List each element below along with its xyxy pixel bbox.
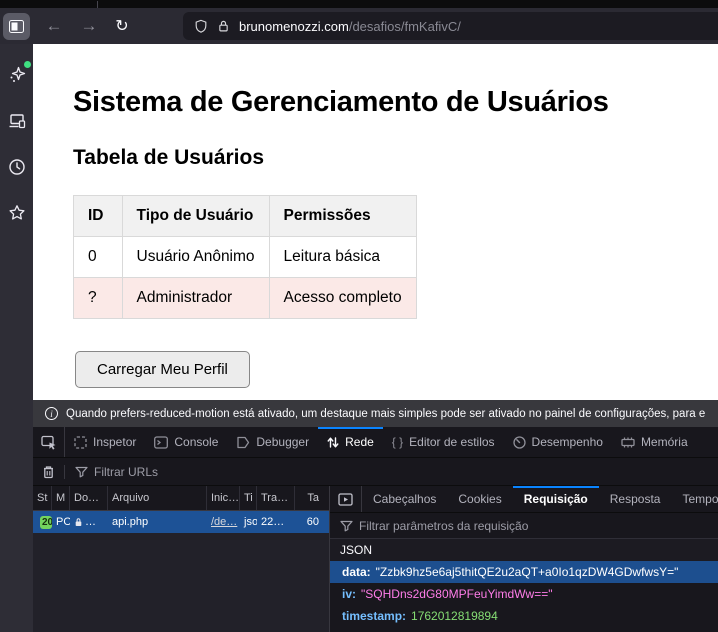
tab-desempenho[interactable]: Desempenho bbox=[504, 427, 612, 457]
braces-icon: { } bbox=[392, 435, 403, 449]
filter-urls-input[interactable]: Filtrar URLs bbox=[65, 465, 158, 479]
status-badge: 200 bbox=[40, 516, 52, 529]
request-row-selected[interactable]: 200 POST … api.php /de… json 22… 60 bbox=[33, 511, 329, 533]
page-title: Sistema de Gerenciamento de Usuários bbox=[73, 86, 718, 119]
clear-requests-button[interactable] bbox=[33, 465, 65, 479]
cell-id: 0 bbox=[74, 237, 123, 278]
ai-chatbot-icon[interactable] bbox=[8, 66, 26, 84]
url-bar[interactable]: brunomenozzi.com/desafios/fmKafivC/ bbox=[183, 12, 718, 40]
request-details-panel: Cabeçalhos Cookies Requisição Resposta T… bbox=[330, 486, 718, 632]
col-type[interactable]: Ti bbox=[240, 486, 257, 510]
request-list-empty-area bbox=[33, 533, 329, 632]
request-transferred: 22… bbox=[257, 516, 295, 528]
tab-rede[interactable]: Rede bbox=[318, 427, 383, 457]
gauge-icon bbox=[513, 436, 526, 449]
param-row-iv[interactable]: iv: "SQHDns2dG80MPFeuYimdWw==" bbox=[330, 583, 718, 605]
lock-icon[interactable] bbox=[217, 19, 230, 33]
url-domain: brunomenozzi.com bbox=[239, 19, 349, 34]
cell-tipo: Administrador bbox=[122, 278, 269, 319]
table-header-row: ID Tipo de Usuário Permissões bbox=[74, 196, 417, 237]
notice-text: Quando prefers-reduced-motion está ativa… bbox=[66, 408, 705, 420]
tab-resposta[interactable]: Resposta bbox=[599, 486, 672, 512]
filter-request-params-input[interactable]: Filtrar parâmetros da requisição bbox=[330, 513, 718, 539]
request-size: 60 bbox=[295, 516, 324, 528]
col-status[interactable]: St bbox=[33, 486, 52, 510]
bookmarks-icon[interactable] bbox=[8, 204, 26, 222]
url-text: brunomenozzi.com/desafios/fmKafivC/ bbox=[239, 19, 461, 34]
cell-id: ? bbox=[74, 278, 123, 319]
tab-separator bbox=[97, 1, 98, 8]
col-domain[interactable]: Do… bbox=[70, 486, 108, 510]
tab-editor-estilos[interactable]: { } Editor de estilos bbox=[383, 427, 504, 457]
tab-memoria[interactable]: Memória bbox=[612, 427, 697, 457]
sidebar-icon bbox=[9, 20, 24, 33]
table-row-highlighted: ? Administrador Acesso completo bbox=[74, 278, 417, 319]
page-subtitle: Tabela de Usuários bbox=[73, 146, 718, 170]
history-icon[interactable] bbox=[8, 158, 26, 176]
request-domain: … bbox=[70, 516, 108, 528]
network-request-list: St M Do… Arquivo Inic… Ti Tra… Ta 200 PO… bbox=[33, 486, 330, 632]
console-icon bbox=[154, 436, 168, 449]
devtools-notice-bar: i Quando prefers-reduced-motion está ati… bbox=[33, 400, 718, 427]
browser-sidebar bbox=[0, 44, 33, 632]
navigation-toolbar: ← → ↻ brunomenozzi.com/desafios/fmKafivC… bbox=[0, 8, 718, 44]
tab-cookies[interactable]: Cookies bbox=[447, 486, 512, 512]
col-method[interactable]: M bbox=[52, 486, 70, 510]
notification-dot bbox=[24, 61, 31, 68]
col-transferred[interactable]: Tra… bbox=[257, 486, 295, 510]
sidebar-toggle-button[interactable] bbox=[3, 13, 30, 40]
back-button[interactable]: ← bbox=[42, 16, 66, 36]
secure-lock-icon bbox=[74, 517, 83, 527]
users-table: ID Tipo de Usuário Permissões 0 Usuário … bbox=[73, 195, 417, 319]
info-icon: i bbox=[45, 407, 58, 420]
shield-icon[interactable] bbox=[194, 19, 208, 34]
synced-tabs-icon[interactable] bbox=[8, 112, 26, 130]
network-filter-toolbar: Filtrar URLs bbox=[33, 457, 718, 485]
debugger-icon bbox=[236, 436, 250, 449]
param-row-data[interactable]: data: "Zzbk9hz5e6aj5thitQE2u2aQT+a0Io1qz… bbox=[330, 561, 718, 583]
request-initiator-link[interactable]: /de… bbox=[211, 516, 237, 528]
request-type: json bbox=[240, 516, 257, 528]
pick-element-button[interactable] bbox=[33, 427, 65, 457]
col-size[interactable]: Ta bbox=[295, 486, 324, 510]
tab-console[interactable]: Console bbox=[145, 427, 227, 457]
col-permissoes: Permissões bbox=[269, 196, 416, 237]
network-icon bbox=[327, 436, 339, 449]
cell-permissoes: Acesso completo bbox=[269, 278, 416, 319]
tab-strip bbox=[0, 0, 718, 8]
memory-chip-icon bbox=[621, 436, 635, 449]
tab-cabecalhos[interactable]: Cabeçalhos bbox=[362, 486, 447, 512]
cell-permissoes: Leitura básica bbox=[269, 237, 416, 278]
col-file[interactable]: Arquivo bbox=[108, 486, 207, 510]
cell-tipo: Usuário Anônimo bbox=[122, 237, 269, 278]
col-tipo: Tipo de Usuário bbox=[122, 196, 269, 237]
devtools-tabbar: Inspetor Console Debugger Rede { } Edito… bbox=[33, 427, 718, 457]
funnel-icon bbox=[340, 520, 353, 532]
resend-request-button[interactable] bbox=[330, 486, 362, 512]
load-profile-button[interactable]: Carregar Meu Perfil bbox=[75, 351, 250, 388]
tab-requisicao[interactable]: Requisição bbox=[513, 486, 599, 512]
web-page-viewport: Sistema de Gerenciamento de Usuários Tab… bbox=[33, 44, 718, 400]
col-id: ID bbox=[74, 196, 123, 237]
json-section-header[interactable]: JSON bbox=[330, 539, 718, 561]
tab-debugger[interactable]: Debugger bbox=[227, 427, 318, 457]
reload-button[interactable]: ↻ bbox=[110, 16, 134, 36]
tab-inspetor[interactable]: Inspetor bbox=[65, 427, 145, 457]
inspector-icon bbox=[74, 436, 87, 449]
tab-tempos[interactable]: Tempos bbox=[671, 486, 718, 512]
browser-window: ← → ↻ brunomenozzi.com/desafios/fmKafivC… bbox=[0, 0, 718, 632]
param-row-timestamp[interactable]: timestamp: 1762012819894 bbox=[330, 605, 718, 627]
url-path: /desafios/fmKafivC/ bbox=[349, 19, 461, 34]
funnel-icon bbox=[75, 466, 88, 478]
details-tabbar: Cabeçalhos Cookies Requisição Resposta T… bbox=[330, 486, 718, 513]
request-method: POST bbox=[52, 516, 70, 528]
network-columns-header: St M Do… Arquivo Inic… Ti Tra… Ta bbox=[33, 486, 329, 511]
col-initiator[interactable]: Inic… bbox=[207, 486, 240, 510]
table-row: 0 Usuário Anônimo Leitura básica bbox=[74, 237, 417, 278]
request-file: api.php bbox=[108, 516, 207, 528]
forward-button[interactable]: → bbox=[77, 16, 101, 36]
